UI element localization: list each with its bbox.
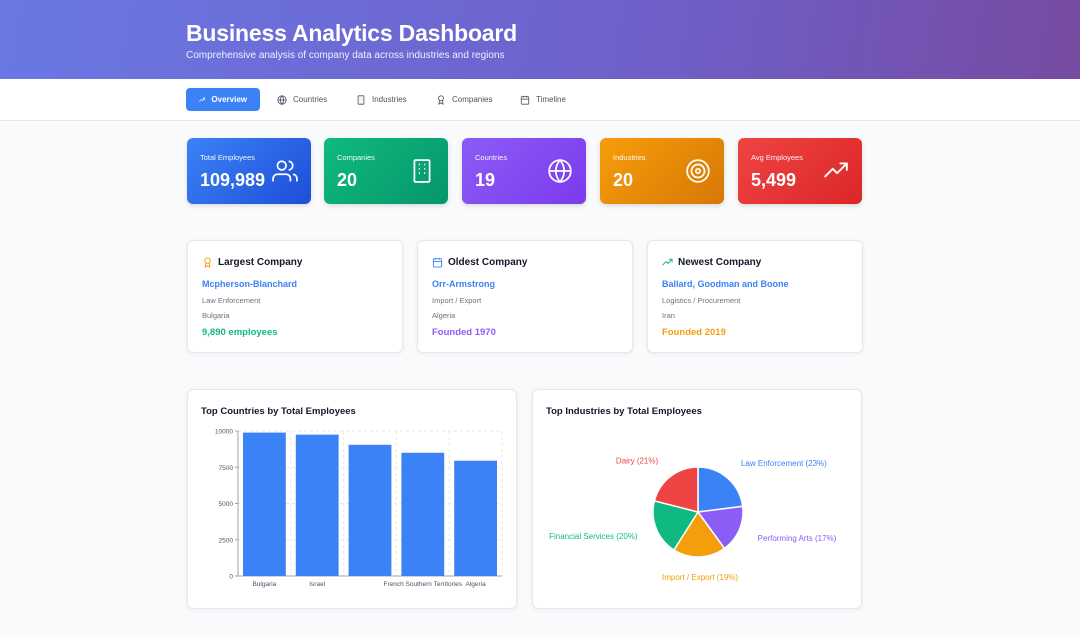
stat-card-countries: Countries 19: [462, 138, 586, 204]
building-icon: [413, 159, 431, 183]
globe-icon: [548, 158, 572, 184]
globe-icon: [277, 94, 287, 105]
stat-card-avg-employees: Avg Employees 5,499: [738, 138, 862, 204]
trending-up-icon: [824, 162, 848, 178]
calendar-icon: [432, 257, 443, 268]
pie-label: Law Enforcement (23%): [741, 459, 827, 468]
y-tick-label: 7500: [219, 465, 234, 472]
calendar-icon: [520, 95, 530, 105]
company-founded: Founded 1970: [432, 327, 496, 338]
stat-card-total-employees: Total Employees 109,989: [187, 138, 311, 204]
tab-industries[interactable]: Industries: [343, 88, 420, 111]
countries-bar-chart-card: Top Countries by Total Employees 0 2500 50…: [187, 389, 517, 609]
users-icon: [272, 160, 298, 182]
bar[interactable]: [348, 444, 392, 576]
page-header: Business Analytics Dashboard Comprehensi…: [0, 0, 1080, 79]
company-name-link[interactable]: Orr-Armstrong: [432, 279, 495, 289]
stat-label: Avg Employees: [751, 153, 803, 162]
industries-pie-chart-card: Top Industries by Total Employees Law En…: [532, 389, 862, 609]
card-title: Newest Company: [678, 257, 762, 268]
x-tick-label: Israel: [309, 581, 325, 588]
company-employees: 9,890 employees: [202, 327, 278, 338]
pie-label: Dairy (21%): [616, 457, 659, 466]
stat-card-companies: Companies 20: [324, 138, 448, 204]
x-tick-label: Algeria: [465, 581, 486, 588]
stat-value: 20: [613, 170, 634, 190]
stat-card-industries: Industries 20: [600, 138, 724, 204]
tab-overview[interactable]: Overview: [186, 88, 260, 111]
tab-countries[interactable]: Countries: [264, 88, 340, 111]
bar[interactable]: [454, 460, 497, 576]
stat-value: 20: [337, 170, 358, 190]
y-tick-label: 2500: [219, 537, 234, 544]
building-icon: [357, 94, 365, 105]
oldest-company-card: Oldest Company Orr-Armstrong Import / Ex…: [417, 240, 633, 353]
company-founded: Founded 2019: [662, 327, 726, 338]
y-tick-label: 5000: [219, 501, 234, 508]
company-name-link[interactable]: Ballard, Goodman and Boone: [662, 279, 789, 289]
stat-label: Countries: [475, 153, 508, 162]
stat-value: 5,499: [751, 170, 797, 190]
target-icon: [686, 159, 710, 183]
x-tick-label: French Southern Territories: [383, 581, 462, 588]
largest-company-card: Largest Company Mcpherson-Blanchard Law …: [187, 240, 403, 353]
page-subtitle: Comprehensive analysis of company data a…: [186, 50, 505, 61]
x-tick-label: Bulgaria: [252, 581, 276, 588]
stat-label: Companies: [337, 153, 375, 162]
pie-label: Import / Export (19%): [662, 573, 738, 582]
company-name-link[interactable]: Mcpherson-Blanchard: [202, 279, 297, 289]
company-industry: Logistics / Procurement: [662, 296, 741, 305]
pie-chart: Law Enforcement (23%) Performing Arts (17…: [549, 457, 837, 582]
trending-up-icon: [199, 97, 206, 102]
stat-value: 109,989: [200, 170, 266, 190]
trending-up-icon: [662, 258, 673, 266]
card-title: Largest Company: [218, 257, 303, 268]
award-icon: [204, 257, 211, 268]
bar[interactable]: [243, 432, 286, 576]
company-country: Bulgaria: [202, 311, 230, 320]
newest-company-card: Newest Company Ballard, Goodman and Boon…: [647, 240, 863, 353]
tab-timeline[interactable]: Timeline: [507, 88, 579, 111]
tab-companies[interactable]: Companies: [423, 88, 505, 111]
tab-bar: Overview Countries Industries Companies …: [0, 79, 1080, 121]
company-country: Iran: [662, 311, 675, 320]
stat-label: Industries: [613, 153, 646, 162]
stat-label: Total Employees: [200, 153, 256, 162]
y-tick-label: 10000: [215, 429, 233, 436]
company-industry: Law Enforcement: [202, 296, 261, 305]
pie-slice[interactable]: [697, 466, 744, 513]
pie-label: Financial Services (20%): [549, 532, 638, 541]
page-title: Business Analytics Dashboard: [186, 20, 517, 46]
bar[interactable]: [295, 434, 339, 576]
pie-label: Performing Arts (17%): [758, 534, 837, 543]
y-tick-label: 0: [229, 574, 233, 581]
company-country: Algeria: [432, 311, 456, 320]
bar[interactable]: [401, 452, 445, 576]
bar-chart: 0 2500 5000 7500 10000 Bulgaria Israel French S…: [215, 429, 503, 588]
award-icon: [438, 94, 444, 105]
company-industry: Import / Export: [432, 296, 482, 305]
stat-value: 19: [475, 170, 496, 190]
card-title: Oldest Company: [448, 257, 528, 268]
